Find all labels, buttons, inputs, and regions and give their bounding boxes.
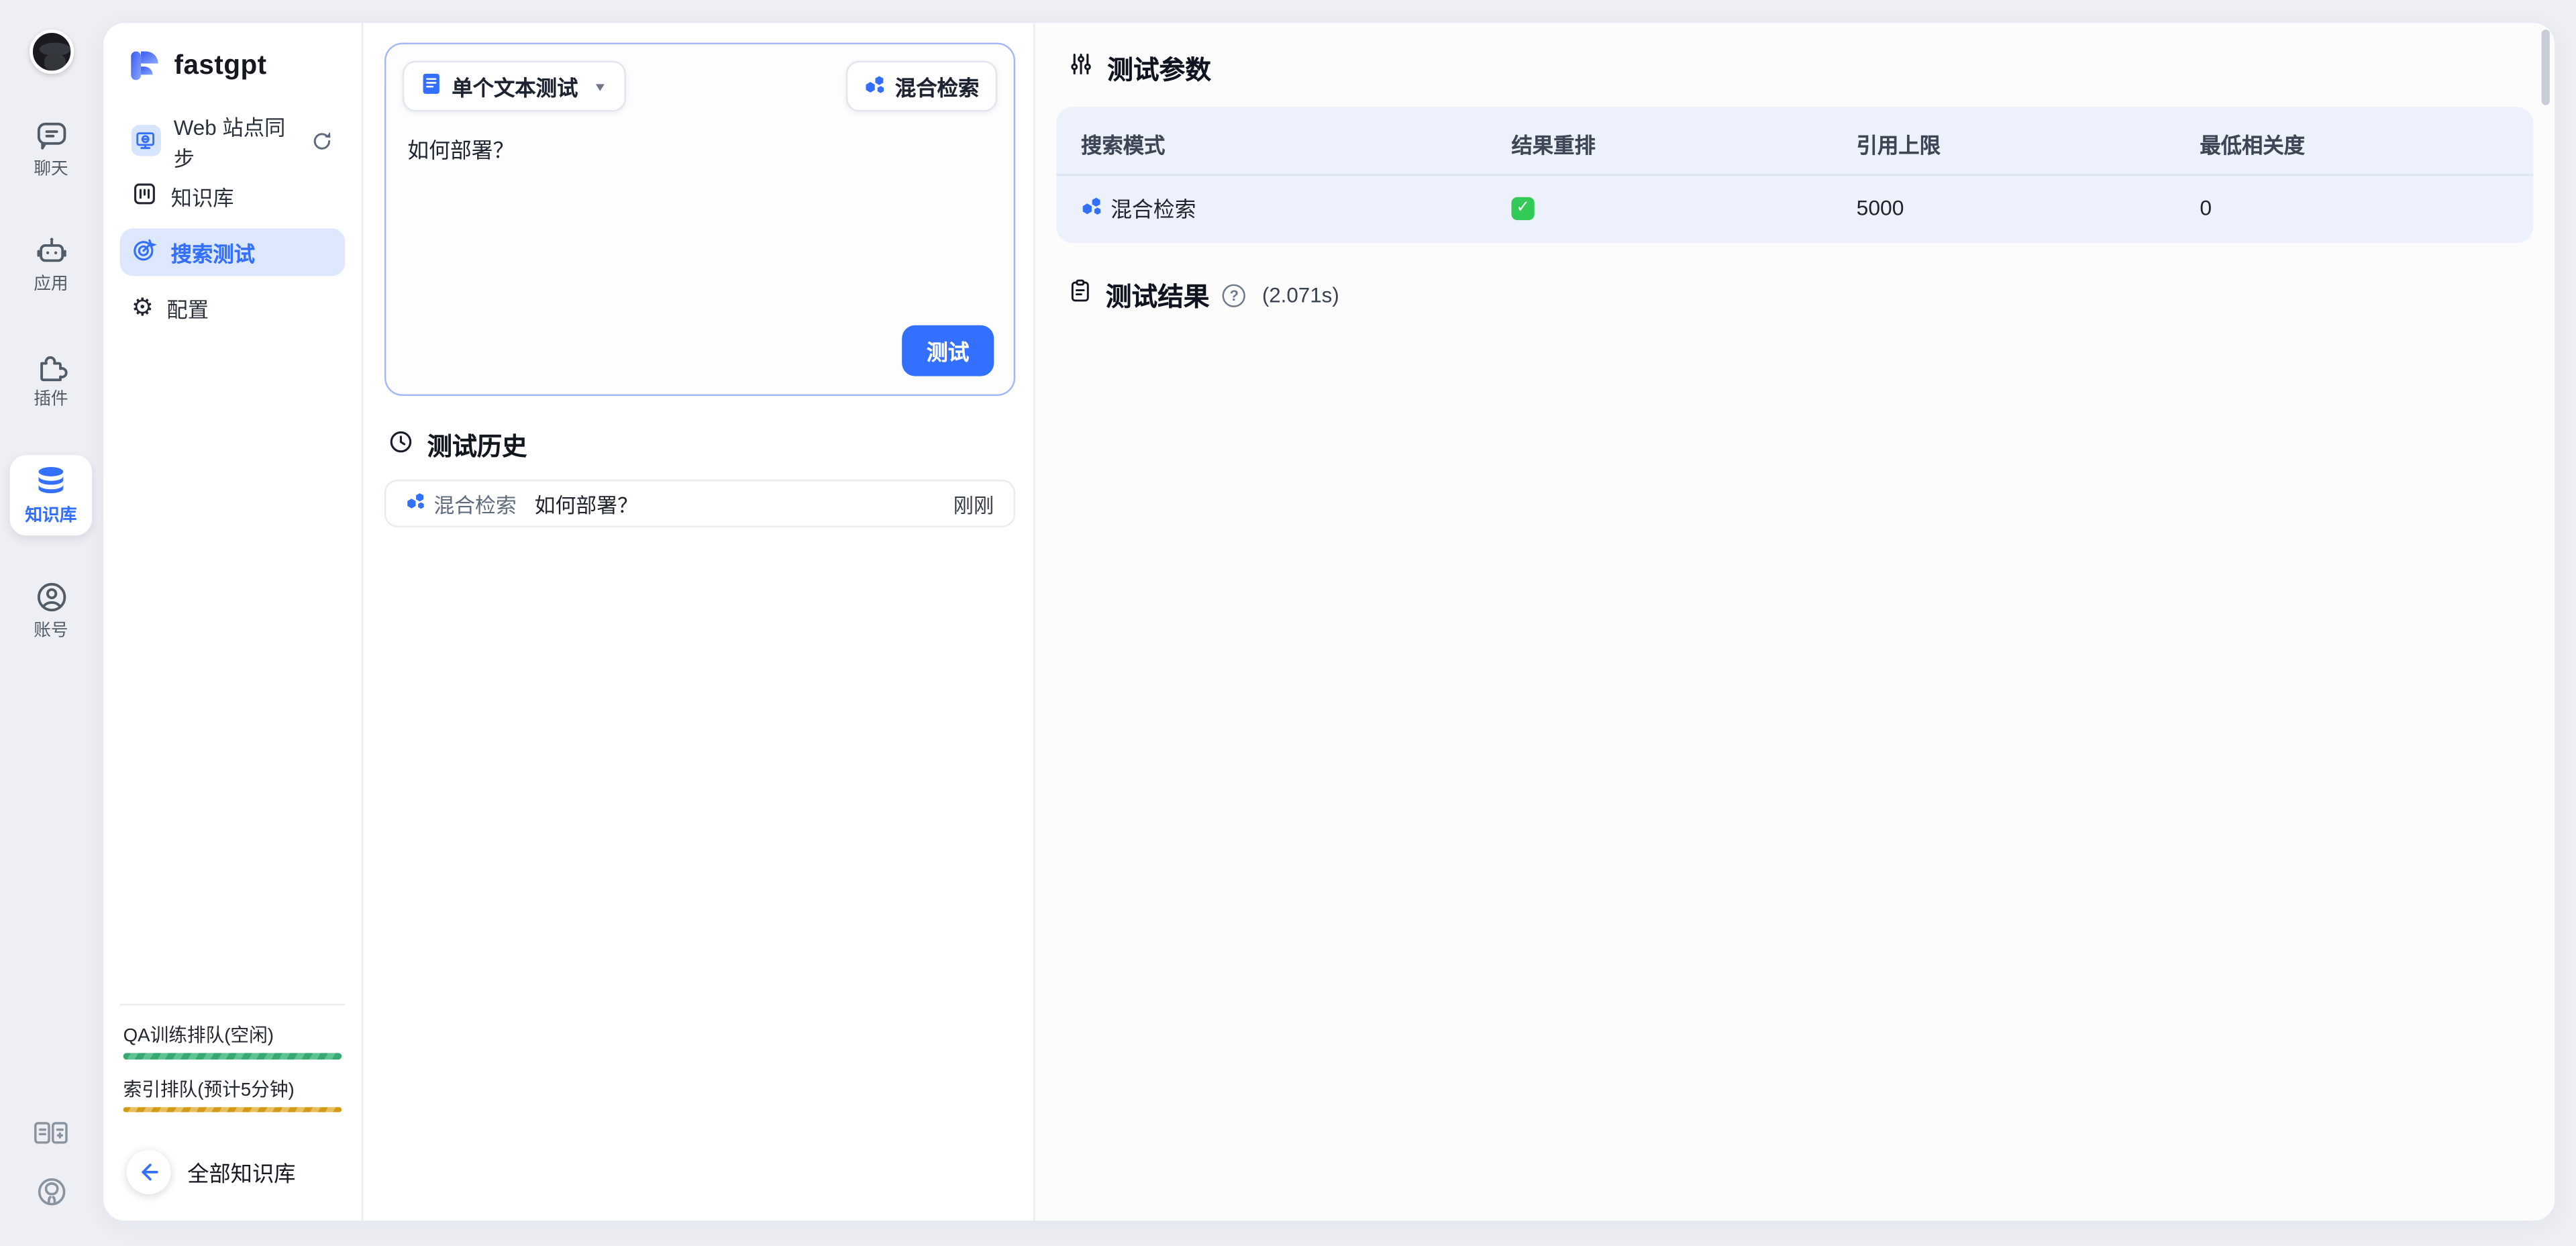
sidebar-item-label: 配置 [166, 293, 209, 324]
sliders-icon [1068, 51, 1094, 85]
robot-icon [34, 233, 68, 268]
sidebar-item-label: 知识库 [171, 180, 234, 212]
app-title: fastgpt [174, 50, 267, 82]
rail-item-chat[interactable]: 聊天 [10, 110, 92, 189]
docs-icon[interactable] [33, 1119, 69, 1148]
sidebar-item-config[interactable]: ⚙ 配置 [120, 284, 345, 332]
param-quote-limit-value: 5000 [1832, 176, 2175, 223]
sidebar-item-label: 搜索测试 [171, 237, 255, 268]
history-mode-label: 混合检索 [433, 488, 516, 519]
plugin-icon [34, 348, 68, 382]
hybrid-search-icon [864, 73, 885, 99]
clock-icon [388, 429, 414, 462]
hybrid-search-icon [406, 491, 425, 516]
param-col-quote-limit: 引用上限 [1832, 120, 2175, 174]
qa-queue-label: QA训练排队(空闲) [123, 1022, 342, 1048]
back-label: 全部知识库 [187, 1157, 295, 1188]
rail-item-label: 知识库 [25, 503, 76, 527]
param-search-mode-value: 混合检索 [1056, 176, 1486, 223]
qa-queue-bar [123, 1053, 342, 1059]
history-row[interactable]: 混合检索 如何部署？ 刚刚 [384, 480, 1015, 527]
search-test-panel: 单个文本测试 ▼ 混合检索 如何部署？ 测试 测试历史 [363, 23, 1033, 1221]
clipboard-icon [1068, 278, 1092, 312]
rail-item-label: 聊天 [34, 156, 68, 181]
sidebar-item-search-test[interactable]: 搜索测试 [120, 228, 345, 276]
param-rerank-value: ✓ [1487, 176, 1832, 223]
back-to-datasets-button[interactable]: 全部知识库 [127, 1150, 346, 1194]
github-icon[interactable] [34, 1175, 68, 1209]
target-icon [132, 237, 158, 268]
website-sync-icon [132, 125, 160, 156]
chevron-down-icon: ▼ [593, 80, 607, 93]
history-header: 测试历史 [388, 427, 1012, 464]
sidebar-item-dataset[interactable]: 知识库 [120, 172, 345, 220]
hybrid-search-icon [1081, 195, 1102, 221]
rail-item-apps[interactable]: 应用 [10, 225, 92, 304]
collection-icon [132, 180, 158, 212]
rail-item-label: 插件 [34, 386, 68, 411]
rail-item-label: 账号 [34, 618, 68, 643]
training-queue-status: QA训练排队(空闲) 索引排队(预计5分钟) [120, 1004, 345, 1129]
history-time: 刚刚 [954, 488, 994, 518]
search-mode-button[interactable]: 混合检索 [845, 61, 997, 112]
history-title: 测试历史 [427, 427, 527, 464]
nav-rail: 聊天 应用 插件 知识库 账号 [0, 0, 102, 1245]
user-icon [34, 580, 68, 614]
rail-item-label: 应用 [34, 271, 68, 296]
text-file-icon [421, 72, 442, 101]
history-query: 如何部署？ [535, 488, 638, 519]
results-title: 测试结果 [1106, 276, 1210, 313]
database-icon [33, 463, 69, 499]
results-panel: 测试参数 搜索模式 结果重排 引用上限 最低相关度 混合检索 ✓ 5000 [1033, 23, 2555, 1221]
rail-item-account[interactable]: 账号 [10, 572, 92, 651]
test-mode-label: 单个文本测试 [452, 70, 578, 102]
param-col-search-mode: 搜索模式 [1056, 120, 1486, 174]
scrollbar-thumb[interactable] [2542, 30, 2550, 105]
search-mode-label: 混合检索 [895, 70, 979, 102]
brand-header: fastgpt [127, 48, 342, 84]
param-min-relevance-value: 0 [2175, 176, 2534, 223]
results-header: 测试结果 ? (2.071s) [1068, 276, 2533, 313]
main-shell: fastgpt Web 站点同步 知识库 搜索测试 ⚙ 配置 QA [102, 21, 2557, 1223]
params-title: 测试参数 [1107, 49, 1211, 87]
user-avatar[interactable] [29, 30, 73, 74]
test-mode-select[interactable]: 单个文本测试 ▼ [403, 61, 625, 112]
query-input-box[interactable]: 单个文本测试 ▼ 混合检索 如何部署？ 测试 [384, 43, 1015, 396]
back-arrow-icon [127, 1150, 171, 1194]
index-queue-label: 索引排队(预计5分钟) [123, 1075, 342, 1101]
params-header: 测试参数 [1068, 49, 2533, 87]
app-root: 聊天 应用 插件 知识库 账号 fastgpt [0, 0, 2576, 1246]
param-col-min-relevance: 最低相关度 [2175, 120, 2534, 174]
search-duration: (2.071s) [1262, 282, 1339, 307]
rail-item-plugins[interactable]: 插件 [10, 340, 92, 419]
params-table: 搜索模式 结果重排 引用上限 最低相关度 混合检索 ✓ 5000 0 [1056, 107, 2533, 243]
sidebar-item-web-sync[interactable]: Web 站点同步 [120, 117, 345, 164]
help-icon[interactable]: ? [1223, 283, 1245, 306]
fastgpt-logo-icon [127, 48, 163, 84]
checkbox-checked-icon: ✓ [1511, 197, 1534, 219]
index-queue-bar [123, 1106, 342, 1112]
gear-icon: ⚙ [132, 296, 154, 321]
chat-icon [34, 118, 68, 152]
sidebar-item-label: Web 站点同步 [174, 109, 297, 172]
rail-item-datasets[interactable]: 知识库 [10, 455, 92, 535]
param-col-rerank: 结果重排 [1487, 120, 1832, 174]
query-text[interactable]: 如何部署？ [407, 133, 992, 164]
run-test-button[interactable]: 测试 [902, 325, 994, 376]
dataset-sidebar: fastgpt Web 站点同步 知识库 搜索测试 ⚙ 配置 QA [103, 23, 363, 1221]
refresh-icon[interactable] [311, 129, 333, 152]
